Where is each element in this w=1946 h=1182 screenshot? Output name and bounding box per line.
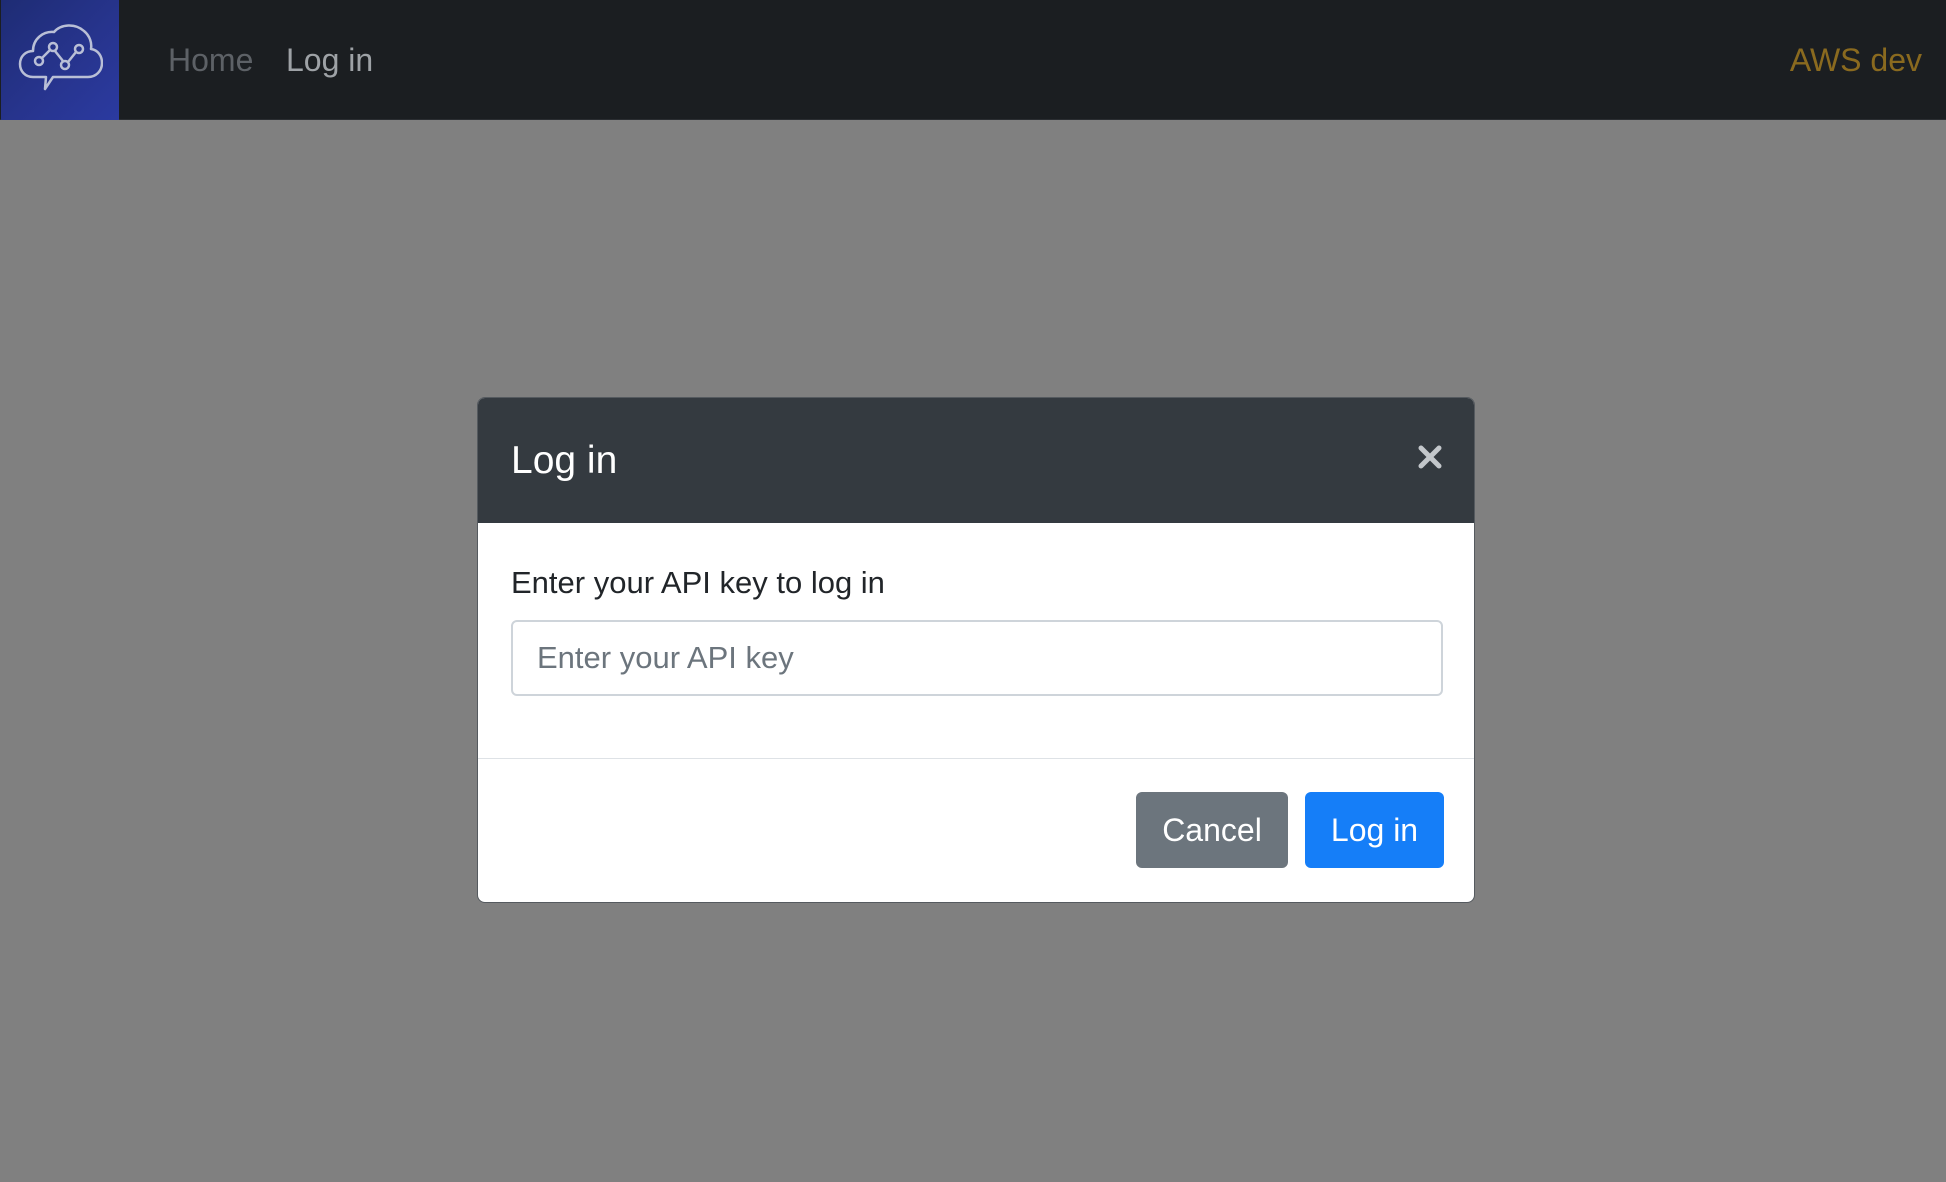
login-button[interactable]: Log in xyxy=(1305,792,1444,868)
api-key-prompt: Enter your API key to log in xyxy=(511,565,885,600)
modal-body: Enter your API key to log in xyxy=(478,523,1474,759)
cloud-graph-icon xyxy=(17,19,104,102)
modal-footer: Cancel Log in xyxy=(478,759,1474,902)
api-key-input[interactable] xyxy=(511,620,1443,696)
cancel-button[interactable]: Cancel xyxy=(1136,792,1288,868)
nav-link-home[interactable]: Home xyxy=(168,40,253,80)
close-icon xyxy=(1417,444,1443,473)
top-navbar: Home Log in AWS dev xyxy=(0,0,1946,120)
nav-link-login[interactable]: Log in xyxy=(286,40,373,80)
modal-header: Log in xyxy=(478,398,1474,523)
modal-title: Log in xyxy=(511,439,618,482)
environment-label: AWS dev xyxy=(1789,42,1922,78)
close-button[interactable] xyxy=(1406,434,1454,482)
login-modal: Log in Enter your API key to log in Canc… xyxy=(477,397,1475,903)
brand-logo[interactable] xyxy=(1,0,119,120)
